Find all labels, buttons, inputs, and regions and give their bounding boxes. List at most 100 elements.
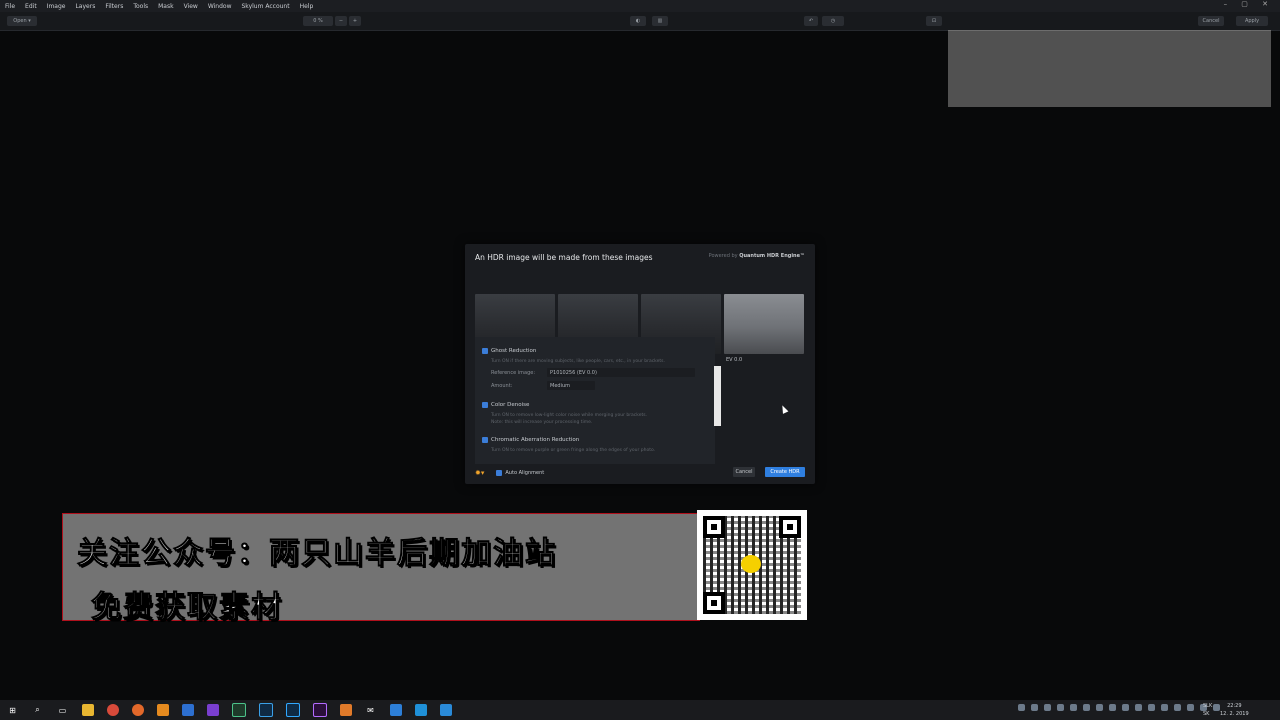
undo-icon[interactable]: ↶ <box>804 16 818 26</box>
menu-skylum-account[interactable]: Skylum Account <box>237 3 295 10</box>
ghost-reduction-option[interactable]: Ghost Reduction <box>482 348 536 354</box>
chrome-icon[interactable] <box>106 704 119 716</box>
menu-image[interactable]: Image <box>42 3 71 10</box>
cancel-button[interactable]: Cancel <box>1198 16 1224 26</box>
menu-filters[interactable]: Filters <box>100 3 128 10</box>
crop-icon[interactable]: ⊡ <box>926 16 942 26</box>
color-denoise-note: Note: this will increase your processing… <box>491 420 593 425</box>
skype-icon[interactable] <box>414 704 427 716</box>
auto-alignment-option[interactable]: Auto Alignment <box>496 470 544 476</box>
menu-edit[interactable]: Edit <box>20 3 42 10</box>
app-blue-icon[interactable] <box>439 704 452 716</box>
taskbar: ⊞ ⌕ ▭ ✉ <box>0 700 1280 720</box>
ghost-reduction-label: Ghost Reduction <box>491 348 537 354</box>
ghost-reduction-desc: Turn ON if there are moving subjects, li… <box>491 359 665 364</box>
tray-icon[interactable] <box>1057 704 1064 711</box>
amount-label: Amount: <box>491 383 513 389</box>
chromatic-aberration-desc: Turn ON to remove purple or green fringe… <box>491 448 656 453</box>
lr-classic-icon[interactable] <box>258 703 273 717</box>
powered-prefix: Powered by <box>708 253 738 259</box>
promo-banner: 关注公众号：两只山羊后期加油站 免费获取素材 <box>62 513 700 626</box>
reference-image-select[interactable]: P1010256 (EV 0.0) <box>547 368 695 377</box>
dialog-cancel-button[interactable]: Cancel <box>733 467 755 477</box>
luminar-icon[interactable] <box>206 704 219 716</box>
qr-finder-top-right <box>779 516 801 538</box>
menu-mask[interactable]: Mask <box>153 3 178 10</box>
menu-view[interactable]: View <box>179 3 203 10</box>
amount-select[interactable]: Medium <box>547 381 595 390</box>
vlc-icon[interactable] <box>156 704 169 716</box>
tray-icon[interactable] <box>1031 704 1038 711</box>
menu-help[interactable]: Help <box>295 3 319 10</box>
mouse-cursor-icon <box>779 404 789 414</box>
tray-icon[interactable] <box>1044 704 1051 711</box>
color-denoise-option[interactable]: Color Denoise <box>482 402 529 408</box>
dialog-footer: ✹▾ Auto Alignment Cancel Create HDR <box>475 467 805 478</box>
checkbox-icon[interactable] <box>482 402 488 408</box>
compare-icon[interactable]: ▥ <box>652 16 668 26</box>
create-hdr-button[interactable]: Create HDR <box>765 467 805 477</box>
bracket-thumb-4[interactable] <box>724 294 804 354</box>
banner-line-1: 关注公众号：两只山羊后期加油站 <box>77 536 557 572</box>
checkbox-icon[interactable] <box>496 470 503 476</box>
zoom-in-button[interactable]: + <box>349 16 361 26</box>
menu-layers[interactable]: Layers <box>70 3 100 10</box>
premiere-icon[interactable] <box>312 703 327 717</box>
outlook-icon[interactable] <box>389 704 402 716</box>
tray-icon[interactable] <box>1122 704 1129 711</box>
tray-icon[interactable] <box>1187 704 1194 711</box>
auto-alignment-label: Auto Alignment <box>505 470 545 476</box>
menu-window[interactable]: Window <box>203 3 237 10</box>
checkbox-icon[interactable] <box>482 437 488 443</box>
tray-icon[interactable] <box>1070 704 1077 711</box>
qr-logo-icon <box>741 555 761 573</box>
tray-icon[interactable] <box>1096 704 1103 711</box>
window-controls[interactable]: – ▢ ✕ <box>1224 0 1274 8</box>
clock-time: 22:29 <box>1227 703 1242 709</box>
color-denoise-label: Color Denoise <box>491 402 530 408</box>
ev-label: EV 0.0 <box>726 357 743 363</box>
scrollbar[interactable] <box>714 366 721 426</box>
menu-tools[interactable]: Tools <box>128 3 153 10</box>
system-tray[interactable] <box>1018 704 1220 711</box>
zoom-level[interactable]: 0 % <box>303 16 333 26</box>
history-icon[interactable]: ◷ <box>822 16 844 26</box>
tray-icon[interactable] <box>1135 704 1142 711</box>
file-explorer-icon[interactable] <box>81 704 94 716</box>
photoshop-icon[interactable] <box>285 703 300 717</box>
language-indicator[interactable]: SLK SK <box>1203 702 1212 718</box>
powered-by: Powered by Quantum HDR Engine™ <box>709 253 805 259</box>
search-icon[interactable]: ⌕ <box>32 704 44 716</box>
tray-icon[interactable] <box>1148 704 1155 711</box>
eye-icon[interactable]: ◐ <box>630 16 646 26</box>
open-button[interactable]: Open ▾ <box>7 16 37 26</box>
qr-finder-bottom-left <box>703 592 725 614</box>
firefox-icon[interactable] <box>131 704 144 716</box>
qr-code <box>697 510 807 620</box>
tray-icon[interactable] <box>1174 704 1181 711</box>
app-orange-icon[interactable] <box>339 704 352 716</box>
tray-icon[interactable] <box>1083 704 1090 711</box>
hdr-dialog: An HDR image will be made from these ima… <box>465 244 815 484</box>
powered-brand: Quantum HDR Engine™ <box>739 253 805 259</box>
color-denoise-desc: Turn ON to remove low-light color noise … <box>491 413 648 418</box>
dialog-title: An HDR image will be made from these ima… <box>475 253 653 262</box>
tray-icon[interactable] <box>1109 704 1116 711</box>
lightroom-icon[interactable] <box>231 703 246 717</box>
zoom-out-button[interactable]: − <box>335 16 347 26</box>
gear-icon[interactable]: ✹▾ <box>475 469 484 477</box>
apply-button[interactable]: Apply <box>1236 16 1268 26</box>
windows-start-icon[interactable]: ⊞ <box>7 704 19 716</box>
tray-icon[interactable] <box>1161 704 1168 711</box>
chromatic-aberration-option[interactable]: Chromatic Aberration Reduction <box>482 437 579 443</box>
app-icon[interactable] <box>181 704 194 716</box>
checkbox-icon[interactable] <box>482 348 488 354</box>
mail-icon[interactable]: ✉ <box>365 704 377 716</box>
task-view-icon[interactable]: ▭ <box>57 704 69 716</box>
clock-date: 12. 2. 2019 <box>1220 711 1249 717</box>
menu-file[interactable]: File <box>0 3 20 10</box>
tray-icon[interactable] <box>1213 704 1220 711</box>
clock[interactable]: 22:29 12. 2. 2019 <box>1220 702 1249 718</box>
toolbar: Open ▾ 0 % − + ◐ ▥ ↶ ◷ ⊡ Cancel Apply <box>0 12 1280 31</box>
tray-icon[interactable] <box>1018 704 1025 711</box>
